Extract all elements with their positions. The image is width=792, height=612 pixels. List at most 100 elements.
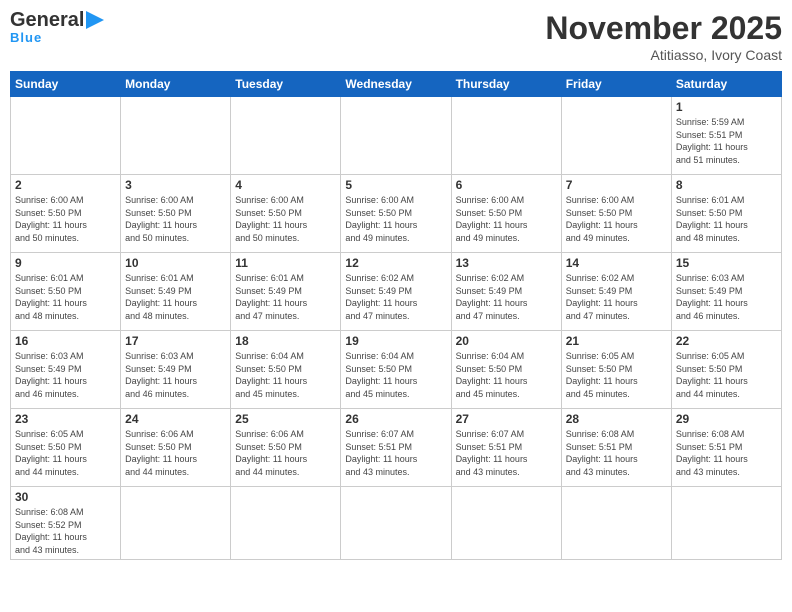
day-number: 15 (676, 256, 777, 270)
calendar-cell: 3 Sunrise: 6:00 AM Sunset: 5:50 PM Daylig… (121, 175, 231, 253)
day-number: 2 (15, 178, 116, 192)
day-info: Sunrise: 6:08 AM Sunset: 5:51 PM Dayligh… (566, 428, 667, 478)
calendar-cell (561, 487, 671, 560)
calendar-cell (121, 487, 231, 560)
day-number: 20 (456, 334, 557, 348)
calendar-cell: 30 Sunrise: 6:08 AM Sunset: 5:52 PM Dayli… (11, 487, 121, 560)
calendar-cell: 22Sunrise: 6:05 AM Sunset: 5:50 PM Dayli… (671, 331, 781, 409)
day-number: 6 (456, 178, 557, 192)
calendar-cell: 13 Sunrise: 6:02 AM Sunset: 5:49 PM Dayli… (451, 253, 561, 331)
calendar-cell: 8 Sunrise: 6:01 AM Sunset: 5:50 PM Daylig… (671, 175, 781, 253)
calendar-cell: 14 Sunrise: 6:02 AM Sunset: 5:49 PM Dayli… (561, 253, 671, 331)
day-number: 5 (345, 178, 446, 192)
day-info: Sunrise: 6:05 AM Sunset: 5:50 PM Dayligh… (15, 428, 116, 478)
day-number: 26 (345, 412, 446, 426)
day-number: 22 (676, 334, 777, 348)
col-tuesday: Tuesday (231, 72, 341, 97)
day-number: 19 (345, 334, 446, 348)
day-info: Sunrise: 6:06 AM Sunset: 5:50 PM Dayligh… (125, 428, 226, 478)
day-number: 28 (566, 412, 667, 426)
day-number: 7 (566, 178, 667, 192)
day-info: Sunrise: 6:02 AM Sunset: 5:49 PM Dayligh… (456, 272, 557, 322)
calendar-cell (561, 97, 671, 175)
day-number: 23 (15, 412, 116, 426)
calendar-cell: 17Sunrise: 6:03 AM Sunset: 5:49 PM Dayli… (121, 331, 231, 409)
page: General Blue November 2025 Atitiasso, Iv… (0, 0, 792, 612)
calendar-cell (341, 487, 451, 560)
day-info: Sunrise: 6:01 AM Sunset: 5:49 PM Dayligh… (125, 272, 226, 322)
day-info: Sunrise: 6:02 AM Sunset: 5:49 PM Dayligh… (345, 272, 446, 322)
calendar-cell: 5 Sunrise: 6:00 AM Sunset: 5:50 PM Daylig… (341, 175, 451, 253)
calendar-cell: 18Sunrise: 6:04 AM Sunset: 5:50 PM Dayli… (231, 331, 341, 409)
day-info: Sunrise: 6:03 AM Sunset: 5:49 PM Dayligh… (125, 350, 226, 400)
col-monday: Monday (121, 72, 231, 97)
day-number: 11 (235, 256, 336, 270)
calendar-cell: 1 Sunrise: 5:59 AM Sunset: 5:51 PM Daylig… (671, 97, 781, 175)
col-friday: Friday (561, 72, 671, 97)
day-info: Sunrise: 6:01 AM Sunset: 5:50 PM Dayligh… (15, 272, 116, 322)
day-number: 30 (15, 490, 116, 504)
day-number: 29 (676, 412, 777, 426)
calendar-cell: 23 Sunrise: 6:05 AM Sunset: 5:50 PM Dayli… (11, 409, 121, 487)
calendar-cell: 12 Sunrise: 6:02 AM Sunset: 5:49 PM Dayli… (341, 253, 451, 331)
calendar-cell: 15Sunrise: 6:03 AM Sunset: 5:49 PM Dayli… (671, 253, 781, 331)
day-info: Sunrise: 6:08 AM Sunset: 5:52 PM Dayligh… (15, 506, 116, 556)
day-number: 21 (566, 334, 667, 348)
calendar-cell (231, 487, 341, 560)
calendar-body: 1 Sunrise: 5:59 AM Sunset: 5:51 PM Daylig… (11, 97, 782, 560)
day-info: Sunrise: 6:06 AM Sunset: 5:50 PM Dayligh… (235, 428, 336, 478)
day-info: Sunrise: 6:08 AM Sunset: 5:51 PM Dayligh… (676, 428, 777, 478)
calendar-cell: 16 Sunrise: 6:03 AM Sunset: 5:49 PM Dayli… (11, 331, 121, 409)
calendar-cell (451, 97, 561, 175)
day-info: Sunrise: 6:01 AM Sunset: 5:49 PM Dayligh… (235, 272, 336, 322)
location-text: Atitiasso, Ivory Coast (545, 47, 782, 63)
calendar-cell: 19 Sunrise: 6:04 AM Sunset: 5:50 PM Dayli… (341, 331, 451, 409)
calendar-cell: 6 Sunrise: 6:00 AM Sunset: 5:50 PM Daylig… (451, 175, 561, 253)
col-sunday: Sunday (11, 72, 121, 97)
title-area: November 2025 Atitiasso, Ivory Coast (545, 10, 782, 63)
calendar-cell: 29 Sunrise: 6:08 AM Sunset: 5:51 PM Dayli… (671, 409, 781, 487)
day-number: 16 (15, 334, 116, 348)
day-number: 9 (15, 256, 116, 270)
day-info: Sunrise: 6:07 AM Sunset: 5:51 PM Dayligh… (345, 428, 446, 478)
day-info: Sunrise: 6:04 AM Sunset: 5:50 PM Dayligh… (235, 350, 336, 400)
header: General Blue November 2025 Atitiasso, Iv… (10, 10, 782, 63)
calendar-cell: 7 Sunrise: 6:00 AM Sunset: 5:50 PM Daylig… (561, 175, 671, 253)
calendar-cell (671, 487, 781, 560)
day-number: 8 (676, 178, 777, 192)
day-info: Sunrise: 6:07 AM Sunset: 5:51 PM Dayligh… (456, 428, 557, 478)
day-info: Sunrise: 6:00 AM Sunset: 5:50 PM Dayligh… (345, 194, 446, 244)
calendar-cell: 2 Sunrise: 6:00 AM Sunset: 5:50 PM Daylig… (11, 175, 121, 253)
logo-blue-text: Blue (10, 30, 42, 45)
day-info: Sunrise: 6:04 AM Sunset: 5:50 PM Dayligh… (456, 350, 557, 400)
calendar-cell: 25 Sunrise: 6:06 AM Sunset: 5:50 PM Dayli… (231, 409, 341, 487)
calendar-table: Sunday Monday Tuesday Wednesday Thursday… (10, 71, 782, 560)
day-number: 14 (566, 256, 667, 270)
calendar-cell (121, 97, 231, 175)
day-number: 1 (676, 100, 777, 114)
calendar-cell (231, 97, 341, 175)
day-info: Sunrise: 6:05 AM Sunset: 5:50 PM Dayligh… (566, 350, 667, 400)
calendar-cell: 26 Sunrise: 6:07 AM Sunset: 5:51 PM Dayli… (341, 409, 451, 487)
day-info: Sunrise: 6:00 AM Sunset: 5:50 PM Dayligh… (456, 194, 557, 244)
day-number: 4 (235, 178, 336, 192)
day-info: Sunrise: 6:00 AM Sunset: 5:50 PM Dayligh… (125, 194, 226, 244)
day-info: Sunrise: 6:00 AM Sunset: 5:50 PM Dayligh… (566, 194, 667, 244)
day-info: Sunrise: 6:02 AM Sunset: 5:49 PM Dayligh… (566, 272, 667, 322)
day-info: Sunrise: 6:00 AM Sunset: 5:50 PM Dayligh… (235, 194, 336, 244)
day-number: 25 (235, 412, 336, 426)
calendar-header: Sunday Monday Tuesday Wednesday Thursday… (11, 72, 782, 97)
day-info: Sunrise: 5:59 AM Sunset: 5:51 PM Dayligh… (676, 116, 777, 166)
day-number: 3 (125, 178, 226, 192)
calendar-cell: 10Sunrise: 6:01 AM Sunset: 5:49 PM Dayli… (121, 253, 231, 331)
day-number: 12 (345, 256, 446, 270)
day-info: Sunrise: 6:04 AM Sunset: 5:50 PM Dayligh… (345, 350, 446, 400)
day-info: Sunrise: 6:00 AM Sunset: 5:50 PM Dayligh… (15, 194, 116, 244)
col-saturday: Saturday (671, 72, 781, 97)
day-info: Sunrise: 6:03 AM Sunset: 5:49 PM Dayligh… (15, 350, 116, 400)
day-info: Sunrise: 6:01 AM Sunset: 5:50 PM Dayligh… (676, 194, 777, 244)
logo-wrapper: General (10, 10, 104, 30)
calendar-cell: 4 Sunrise: 6:00 AM Sunset: 5:50 PM Daylig… (231, 175, 341, 253)
day-number: 13 (456, 256, 557, 270)
logo-general: General (10, 9, 84, 31)
